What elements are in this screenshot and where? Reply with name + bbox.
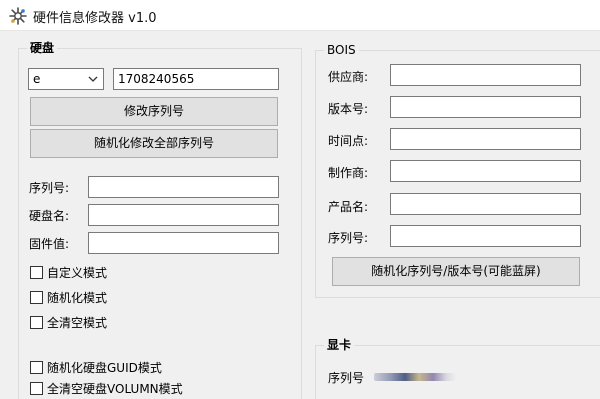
checkbox-box[interactable] [30,382,43,395]
gpu-group-title: 显卡 [324,338,355,353]
gpu-serial-redacted [374,373,456,381]
checkbox-box[interactable] [30,291,43,304]
firmware-label: 固件值: [29,237,70,251]
serial-input[interactable] [88,176,279,198]
gpu-serial-label: 序列号 [328,371,365,385]
date-input[interactable] [390,128,581,150]
checkbox-box[interactable] [30,316,43,329]
version-input[interactable] [390,96,581,118]
checkbox-box[interactable] [30,266,43,279]
disk-name-label: 硬盘名: [29,209,70,223]
manufacturer-label: 制作商: [328,166,369,180]
drive-select[interactable]: e [28,68,104,90]
serial-label: 序列号: [29,181,70,195]
title-bar: 硬件信息修改器 v1.0 [0,0,600,31]
custom-mode-label: 自定义模式 [47,266,108,280]
version-label: 版本号: [328,102,369,116]
date-label: 时间点: [328,134,369,148]
clear-mode-label: 全清空模式 [47,316,108,330]
gear-cluster-icon [9,7,27,25]
modify-serial-button[interactable]: 修改序列号 [30,97,278,126]
manufacturer-input[interactable] [390,160,581,182]
vendor-input[interactable] [390,64,581,86]
bios-serial-label: 序列号: [328,231,369,245]
drive-select-value: e [33,72,41,86]
firmware-input[interactable] [88,232,279,254]
bios-group-title: BOIS [324,43,359,58]
volumn-clear-label: 全清空硬盘VOLUMN模式 [47,382,183,396]
checkbox-box[interactable] [30,361,43,374]
random-all-serial-button[interactable]: 随机化修改全部序列号 [30,129,278,158]
product-name-label: 产品名: [328,200,369,214]
disk-name-input[interactable] [88,204,279,226]
chevron-down-icon [88,76,98,82]
disk-group-title: 硬盘 [27,41,58,56]
vendor-label: 供应商: [328,70,369,84]
bios-serial-input[interactable] [390,225,581,247]
bios-random-button[interactable]: 随机化序列号/版本号(可能蓝屏) [332,257,580,286]
window-title: 硬件信息修改器 v1.0 [33,11,157,26]
product-name-input[interactable] [390,193,581,215]
random-mode-label: 随机化模式 [47,291,108,305]
guid-random-label: 随机化硬盘GUID模式 [47,361,162,375]
drive-serial-input[interactable]: 1708240565 [113,68,279,90]
